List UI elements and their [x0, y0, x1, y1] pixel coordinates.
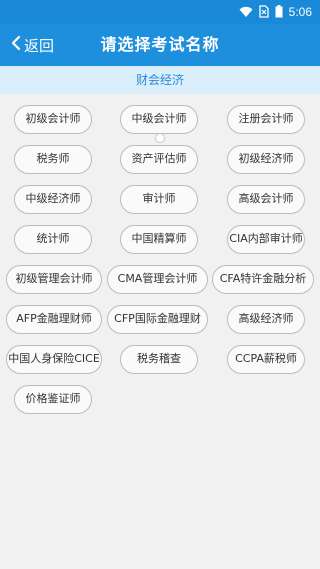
exam-button[interactable]: 注册会计师 [227, 105, 305, 134]
chevron-left-icon [10, 35, 22, 55]
exam-button[interactable]: 中级经济师 [14, 185, 92, 214]
exam-button[interactable]: 价格鉴证师 [14, 385, 92, 414]
category-header: 财会经济 [0, 66, 320, 94]
status-icons: 5:06 [239, 0, 312, 24]
exam-button[interactable]: CCPA薪税师 [227, 345, 305, 374]
exam-button[interactable]: 初级管理会计师 [6, 265, 102, 294]
indicator-dot [155, 133, 165, 143]
exam-button[interactable]: CIA内部审计师 [227, 225, 305, 254]
exam-button[interactable]: 审计师 [120, 185, 198, 214]
exam-button[interactable]: CFP国际金融理财 [107, 305, 208, 334]
exam-button[interactable]: 统计师 [14, 225, 92, 254]
wifi-icon [239, 3, 253, 22]
exam-button[interactable]: 中国精算师 [120, 225, 198, 254]
no-sim-icon [258, 3, 269, 22]
exam-button[interactable]: 中级会计师 [120, 105, 198, 134]
exam-button[interactable]: 税务师 [14, 145, 92, 174]
exam-button[interactable]: 初级经济师 [227, 145, 305, 174]
status-bar: 5:06 [0, 0, 320, 24]
exam-button[interactable]: 税务稽查 [120, 345, 198, 374]
exam-button[interactable]: CFA特许金融分析 [212, 265, 314, 294]
exam-button[interactable]: CMA管理会计师 [107, 265, 208, 294]
exam-button[interactable]: 中国人身保险CICE [6, 345, 102, 374]
back-button[interactable]: 返回 [10, 24, 54, 66]
exam-button[interactable]: AFP金融理财师 [6, 305, 102, 334]
status-time: 5:06 [288, 5, 312, 19]
nav-bar: 请选择考试名称 返回 [0, 24, 320, 66]
exam-button[interactable]: 高级会计师 [227, 185, 305, 214]
exam-button[interactable]: 资产评估师 [120, 145, 198, 174]
exam-button[interactable]: 高级经济师 [227, 305, 305, 334]
battery-icon [275, 3, 283, 22]
exam-button[interactable]: 初级会计师 [14, 105, 92, 134]
back-label: 返回 [24, 36, 55, 55]
